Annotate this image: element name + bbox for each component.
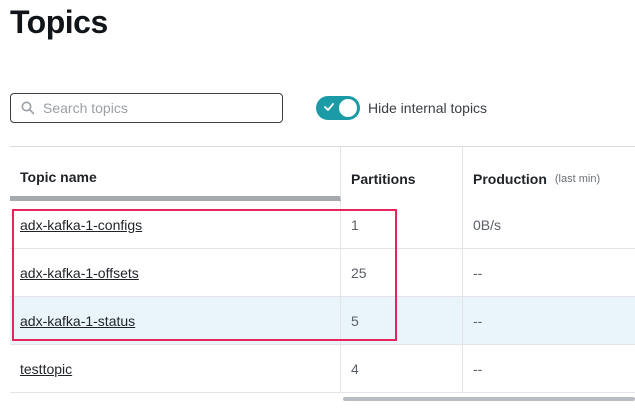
production-cell: --: [473, 312, 483, 329]
partitions-cell: 1: [341, 201, 463, 248]
page-title: Topics: [10, 4, 108, 40]
column-header-label: Partitions: [351, 171, 416, 187]
column-header-production[interactable]: Production (last min): [463, 147, 635, 201]
production-cell: --: [473, 264, 483, 281]
topic-name-cell: adx-kafka-1-configs: [10, 201, 341, 248]
column-header-label: Production: [473, 171, 547, 187]
partitions-cell: 5: [341, 297, 463, 344]
toggle-knob: [339, 99, 357, 117]
toggle-label: Hide internal topics: [368, 100, 488, 116]
search-input[interactable]: [41, 99, 265, 117]
topic-name-cell: testtopic: [10, 345, 341, 392]
table-row[interactable]: testtopic 4 --: [10, 345, 635, 393]
column-header-topic-name[interactable]: Topic name: [10, 147, 341, 201]
table-row[interactable]: adx-kafka-1-status 5 --: [10, 297, 635, 345]
topic-link[interactable]: adx-kafka-1-status: [20, 313, 135, 329]
hide-internal-topics-toggle[interactable]: [316, 96, 360, 120]
table-header-row: Topic name Partitions Production (last m…: [10, 147, 635, 201]
topic-link[interactable]: adx-kafka-1-configs: [20, 217, 142, 233]
horizontal-scrollbar[interactable]: [343, 397, 635, 401]
column-header-label: Topic name: [20, 168, 97, 185]
topic-link[interactable]: adx-kafka-1-offsets: [20, 265, 139, 281]
topics-table: Topic name Partitions Production (last m…: [10, 146, 635, 409]
search-box[interactable]: [10, 93, 283, 123]
production-cell: 0B/s: [473, 216, 502, 233]
hide-internal-topics-toggle-group: Hide internal topics: [316, 96, 487, 120]
production-cell: --: [473, 360, 483, 377]
check-icon: [324, 103, 334, 111]
column-header-sublabel: (last min): [554, 173, 601, 185]
search-icon: [21, 101, 35, 115]
topic-name-cell: adx-kafka-1-offsets: [10, 249, 341, 296]
table-row[interactable]: adx-kafka-1-configs 1 0B/s: [10, 201, 635, 249]
partitions-cell: 4: [341, 345, 463, 392]
topic-link[interactable]: testtopic: [20, 361, 72, 377]
column-header-partitions[interactable]: Partitions: [341, 147, 463, 201]
table-row[interactable]: adx-kafka-1-offsets 25 --: [10, 249, 635, 297]
partitions-cell: 25: [341, 249, 463, 296]
topic-name-cell: adx-kafka-1-status: [10, 297, 341, 344]
